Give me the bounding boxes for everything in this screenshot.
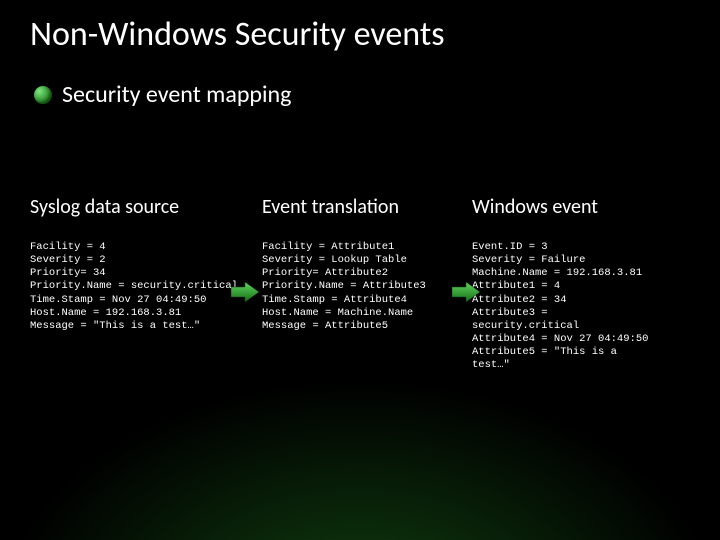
col-syslog: Syslog data source Facility = 4 Severity… [30, 195, 262, 372]
page-title: Non-Windows Security events [30, 14, 445, 55]
col-body-translation: Facility = Attribute1 Severity = Lookup … [262, 241, 472, 333]
col-body-syslog: Facility = 4 Severity = 2 Priority= 34 P… [30, 241, 262, 333]
col-head-windows: Windows event [472, 195, 682, 219]
col-windows: Windows event Event.ID = 3 Severity = Fa… [472, 195, 682, 372]
col-head-syslog: Syslog data source [30, 195, 262, 219]
col-translation: Event translation Facility = Attribute1 … [262, 195, 472, 372]
arrow-icon [452, 282, 480, 302]
arrow-icon [231, 282, 259, 302]
columns: Syslog data source Facility = 4 Severity… [30, 195, 690, 372]
bullet-icon [34, 86, 52, 104]
col-head-translation: Event translation [262, 195, 472, 219]
subtitle: Security event mapping [62, 80, 291, 109]
subtitle-row: Security event mapping [34, 80, 291, 109]
col-body-windows: Event.ID = 3 Severity = Failure Machine.… [472, 241, 682, 372]
